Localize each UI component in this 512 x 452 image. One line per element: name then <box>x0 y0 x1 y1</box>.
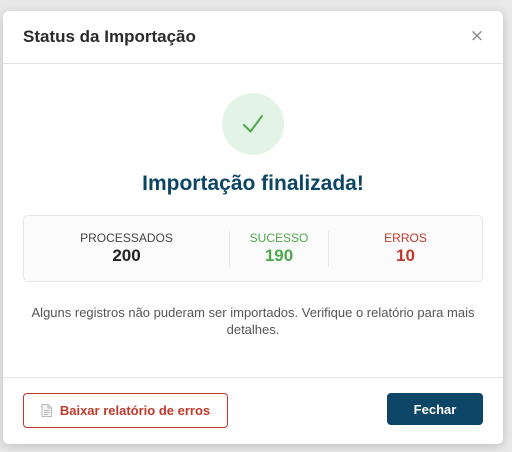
import-status-modal: Status da Importação × Importação finali… <box>3 11 503 444</box>
stat-processed-value: 200 <box>112 246 141 265</box>
modal-footer: Baixar relatório de erros Fechar <box>3 377 503 444</box>
stat-processed-label: PROCESSADOS <box>80 231 173 245</box>
notice-text: Alguns registros não puderam ser importa… <box>31 305 475 337</box>
close-button[interactable]: Fechar <box>387 393 483 425</box>
stat-errors: ERROS 10 <box>329 231 482 266</box>
modal-body: Importação finalizada! PROCESSADOS 200 S… <box>3 64 503 378</box>
stat-processed: PROCESSADOS 200 <box>24 231 229 266</box>
stats-panel: PROCESSADOS 200 SUCESSO 190 ERROS 10 <box>23 215 483 282</box>
stat-errors-label: ERROS <box>384 231 427 245</box>
download-error-report-label: Baixar relatório de erros <box>59 403 211 418</box>
result-title: Importação finalizada! <box>142 172 364 195</box>
stat-success: SUCESSO 190 <box>229 230 329 267</box>
document-icon <box>41 404 52 417</box>
stat-success-label: SUCESSO <box>249 231 309 245</box>
download-error-report-button[interactable]: Baixar relatório de erros <box>23 393 228 428</box>
modal-header: Status da Importação × <box>3 11 503 64</box>
stat-errors-value: 10 <box>396 246 415 265</box>
success-badge <box>222 93 284 155</box>
modal-title: Status da Importação <box>23 27 196 46</box>
check-icon <box>240 111 266 137</box>
close-icon[interactable]: × <box>467 26 487 46</box>
stat-success-value: 190 <box>264 246 294 265</box>
